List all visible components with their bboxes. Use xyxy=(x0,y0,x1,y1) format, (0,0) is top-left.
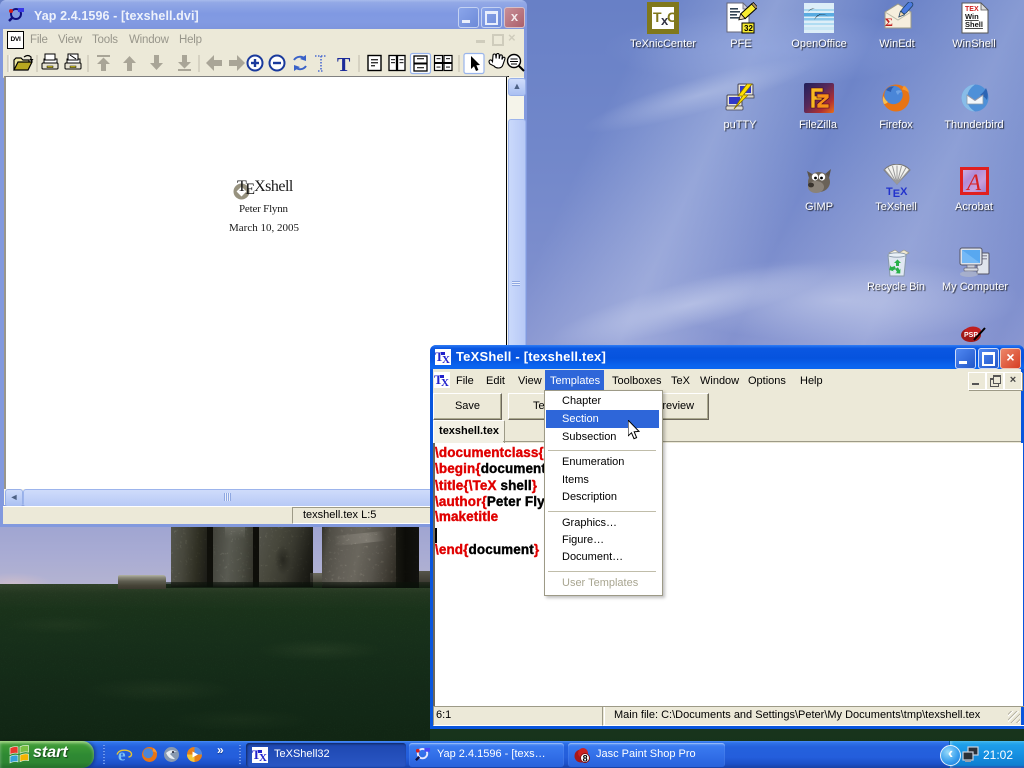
svg-text:8: 8 xyxy=(583,754,588,764)
svg-text:X: X xyxy=(259,752,267,763)
svg-text:A: A xyxy=(965,170,982,195)
svg-text:X: X xyxy=(442,354,450,365)
svg-text:X: X xyxy=(441,377,449,388)
svg-text:T: T xyxy=(337,54,351,76)
svg-text:C: C xyxy=(667,9,677,25)
svg-text:Σ: Σ xyxy=(885,15,893,29)
svg-text:32: 32 xyxy=(744,24,753,33)
svg-text:TEX: TEX xyxy=(886,186,908,198)
svg-text:Shell: Shell xyxy=(965,20,983,29)
svg-text:e: e xyxy=(118,746,126,763)
